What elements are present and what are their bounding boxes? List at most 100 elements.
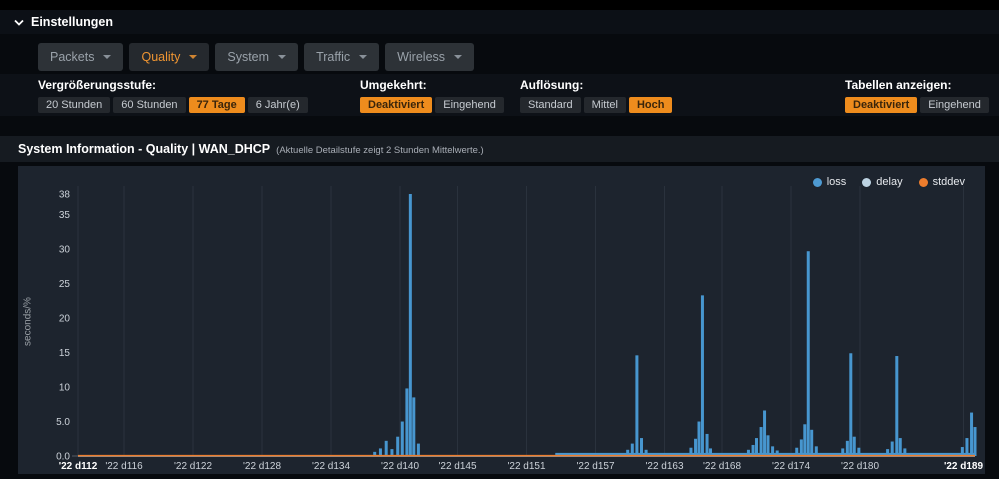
loss-bar [416,443,420,456]
x-tick-label: '22 d174 [772,461,810,472]
x-tick-label: '22 d151 [507,461,545,472]
invert-option-eingehend[interactable]: Eingehend [435,97,504,113]
top-strip [0,0,999,10]
settings-bar: Vergrößerungsstufe: 20 Stunden 60 Stunde… [0,74,999,116]
loss-bar [849,353,853,456]
loss-bar [697,421,701,456]
chevron-down-icon [359,55,368,59]
chevron-down-icon [278,55,287,59]
y-tick-label: 15 [59,348,71,359]
zoom-level-options: 20 Stunden 60 Stunden 77 Tage 6 Jahr(e) [38,97,308,113]
tab-label: System [227,50,270,64]
loss-bar [694,438,698,456]
loss-bar [898,438,902,456]
loss-bar [640,438,643,456]
loss-bar [799,439,803,456]
loss-bar [384,440,388,456]
zoom-option-60-stunden[interactable]: 60 Stunden [113,97,186,113]
loss-bar [705,433,709,456]
chevron-down-icon [454,55,463,59]
loss-bar [895,356,899,456]
group-label: Tabellen anzeigen: [845,78,952,92]
tables-option-eingehend[interactable]: Eingehend [920,97,989,113]
panel-title: System Information - Quality | WAN_DHCP [18,142,271,156]
x-tick-label: '22 d134 [312,461,350,472]
loss-bar [845,440,849,456]
x-tick-label: '22 d128 [243,461,281,472]
loss-bar [903,448,907,456]
tables-option-deaktiviert[interactable]: Deaktiviert [845,97,918,113]
loss-bar [810,429,814,456]
tab-packets[interactable]: Packets [38,43,124,71]
zoom-option-77-tage[interactable]: 77 Tage [188,97,245,113]
resolution-option-hoch[interactable]: Hoch [628,97,673,113]
legend-item-loss: loss [812,176,846,188]
invert-option-deaktiviert[interactable]: Deaktiviert [360,97,433,113]
tab-wireless[interactable]: Wireless [385,43,475,71]
loss-bar [408,194,412,456]
loss-bar [635,355,639,456]
chart-legend: loss delay stddev [812,176,965,188]
loss-bar [973,427,977,456]
loss-bar [405,388,409,456]
loss-bar [814,446,818,456]
zoom-option-20-stunden[interactable]: 20 Stunden [38,97,111,113]
y-tick-label: 20 [59,314,71,325]
show-tables-options: Deaktiviert Eingehend [845,97,989,113]
chevron-down-icon [189,55,198,59]
tab-quality[interactable]: Quality [129,43,210,71]
x-tick-label: '22 d116 [105,461,143,472]
show-tables-group: Tabellen anzeigen: Deaktiviert Eingehend [845,78,989,113]
loss-bar [412,397,416,456]
tab-label: Packets [50,50,95,64]
y-tick-label: 25 [59,279,71,290]
loss-bar [763,410,767,456]
loss-bar [766,435,770,456]
loss-bar [965,438,969,456]
loss-bar [841,448,845,456]
group-label: Auflösung: [520,78,584,92]
y-tick-label: 38 [59,190,71,201]
loss-bar [759,427,763,456]
loss-bar [751,444,755,456]
x-tick-label: '22 d157 [576,461,614,472]
loss-bar [378,448,382,456]
y-tick-label: 10 [59,383,71,394]
loss-bar [970,412,974,456]
tab-label: Traffic [316,50,351,64]
y-tick-label: 5.0 [56,417,70,428]
resolution-option-standard[interactable]: Standard [520,97,581,113]
loss-bar [400,421,404,456]
y-tick-label: 30 [59,245,71,256]
chart-canvas[interactable]: 0.05.010152025303538'22 d112'22 d116'22 … [18,166,985,474]
legend-label: delay [876,176,903,188]
x-tick-label: '22 d112 [59,461,98,472]
group-label: Vergrößerungsstufe: [38,78,157,92]
x-tick-label: '22 d163 [645,461,683,472]
tab-system[interactable]: System [215,43,299,71]
resolution-option-mittel[interactable]: Mittel [583,97,626,113]
loss-bar [852,436,856,456]
y-tick-label: 35 [59,210,71,221]
stddev-series-dot-icon [918,177,928,187]
x-tick-label: '22 d189 [944,461,984,472]
loss-bar [755,438,758,456]
zoom-option-6-jahre[interactable]: 6 Jahr(e) [247,97,308,113]
group-label: Umgekehrt: [360,78,427,92]
loss-bar [803,424,807,456]
chevron-down-icon [14,19,24,26]
x-tick-label: '22 d180 [841,461,879,472]
tab-label: Wireless [397,50,446,64]
invert-options: Deaktiviert Eingehend [360,97,504,113]
loss-bar [709,448,712,456]
panel-header: System Information - Quality | WAN_DHCP … [0,136,999,162]
loss-bar [689,447,693,456]
legend-item-stddev: stddev [918,176,965,188]
x-tick-label: '22 d122 [174,461,212,472]
tab-traffic[interactable]: Traffic [304,43,380,71]
loss-bar [806,251,810,456]
loss-bar [857,447,861,456]
settings-collapse-header[interactable]: Einstellungen [0,10,999,34]
invert-group: Umgekehrt: Deaktiviert Eingehend [360,78,504,113]
loss-bar [630,443,634,456]
